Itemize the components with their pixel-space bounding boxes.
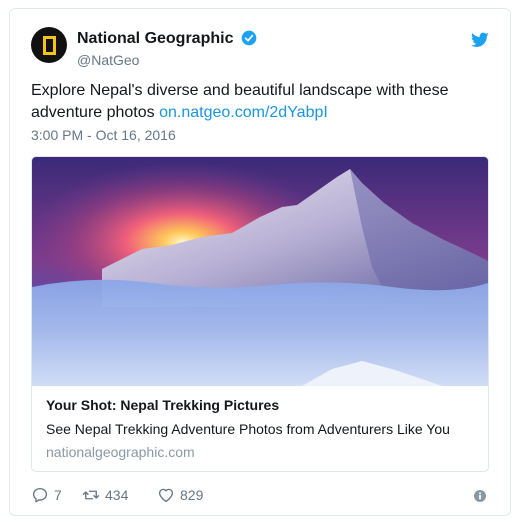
link-preview-card[interactable]: Your Shot: Nepal Trekking Pictures See N…: [31, 156, 489, 472]
like-button[interactable]: 829: [157, 486, 203, 504]
retweet-button[interactable]: 434: [82, 486, 128, 504]
avatar[interactable]: [31, 27, 67, 63]
retweet-icon: [82, 490, 100, 500]
reply-icon: [32, 487, 48, 503]
author-handle[interactable]: @NatGeo: [77, 52, 139, 68]
card-image[interactable]: [32, 157, 488, 386]
reply-count: 7: [54, 487, 62, 503]
author-name[interactable]: National Geographic: [77, 30, 233, 48]
verified-badge-icon: [241, 30, 257, 46]
like-count: 829: [180, 487, 204, 503]
retweet-count: 434: [105, 487, 129, 503]
tweet-text: Explore Nepal's diverse and beautiful la…: [31, 80, 491, 124]
info-icon[interactable]: [474, 490, 486, 502]
card-title[interactable]: Your Shot: Nepal Trekking Pictures: [46, 397, 279, 413]
card-description: See Nepal Trekking Adventure Photos from…: [46, 421, 450, 437]
card-domain: nationalgeographic.com: [46, 444, 195, 460]
twitter-bird-icon[interactable]: [471, 32, 489, 48]
tweet-timestamp[interactable]: 3:00 PM - Oct 16, 2016: [31, 127, 176, 143]
natgeo-logo-icon: [42, 35, 56, 55]
reply-button[interactable]: 7: [31, 486, 62, 504]
tweet-card: National Geographic @NatGeo Explore Nepa…: [9, 8, 511, 516]
tweet-link[interactable]: on.natgeo.com/2dYabpI: [159, 104, 328, 121]
heart-icon: [158, 488, 174, 503]
